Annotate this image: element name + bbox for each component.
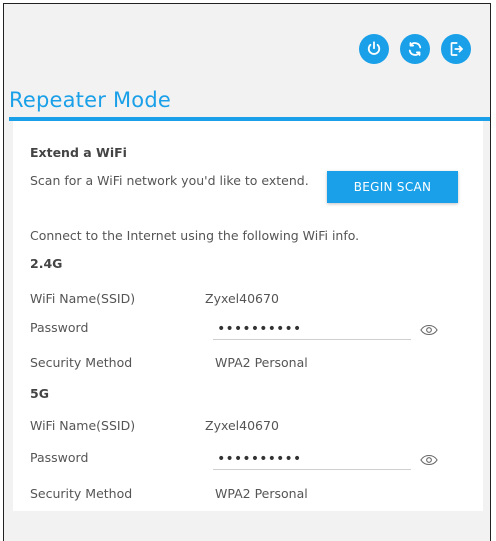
band-24-show-password-eye-icon[interactable] — [420, 324, 438, 336]
refresh-button[interactable] — [400, 34, 430, 64]
band-24-password-label: Password — [30, 320, 89, 335]
band-5-ssid-value: Zyxel40670 — [205, 418, 279, 433]
band-24-ssid-label: WiFi Name(SSID) — [30, 291, 136, 306]
logout-icon — [450, 42, 463, 56]
band-5-show-password-eye-icon[interactable] — [420, 454, 438, 466]
app-frame: Repeater Mode Extend a WiFi Scan for a W… — [3, 3, 491, 541]
extend-heading: Extend a WiFi — [30, 145, 127, 160]
logout-button[interactable] — [441, 34, 471, 64]
band-5-heading: 5G — [30, 386, 49, 401]
repeater-panel: Extend a WiFi Scan for a WiFi network yo… — [13, 121, 483, 511]
band-24-security-label: Security Method — [30, 355, 133, 370]
band-5-password-label: Password — [30, 450, 89, 465]
begin-scan-button[interactable]: BEGIN SCAN — [327, 171, 458, 203]
power-icon — [367, 41, 381, 55]
power-button[interactable] — [359, 34, 389, 64]
band-5-ssid-label: WiFi Name(SSID) — [30, 418, 136, 433]
band-24-ssid-value: Zyxel40670 — [205, 291, 279, 306]
band-5-security-label: Security Method — [30, 486, 133, 501]
page-title: Repeater Mode — [9, 88, 171, 112]
extend-description: Scan for a WiFi network you'd like to ex… — [30, 173, 309, 188]
connect-info: Connect to the Internet using the follow… — [30, 228, 360, 243]
band-5-security-value: WPA2 Personal — [215, 486, 308, 501]
band-24-heading: 2.4G — [30, 256, 63, 271]
band-24-password-field[interactable] — [213, 318, 411, 340]
band-24-security-value: WPA2 Personal — [215, 355, 308, 370]
refresh-icon — [408, 42, 422, 56]
band-5-password-field[interactable] — [213, 448, 411, 470]
top-bar — [4, 4, 490, 86]
